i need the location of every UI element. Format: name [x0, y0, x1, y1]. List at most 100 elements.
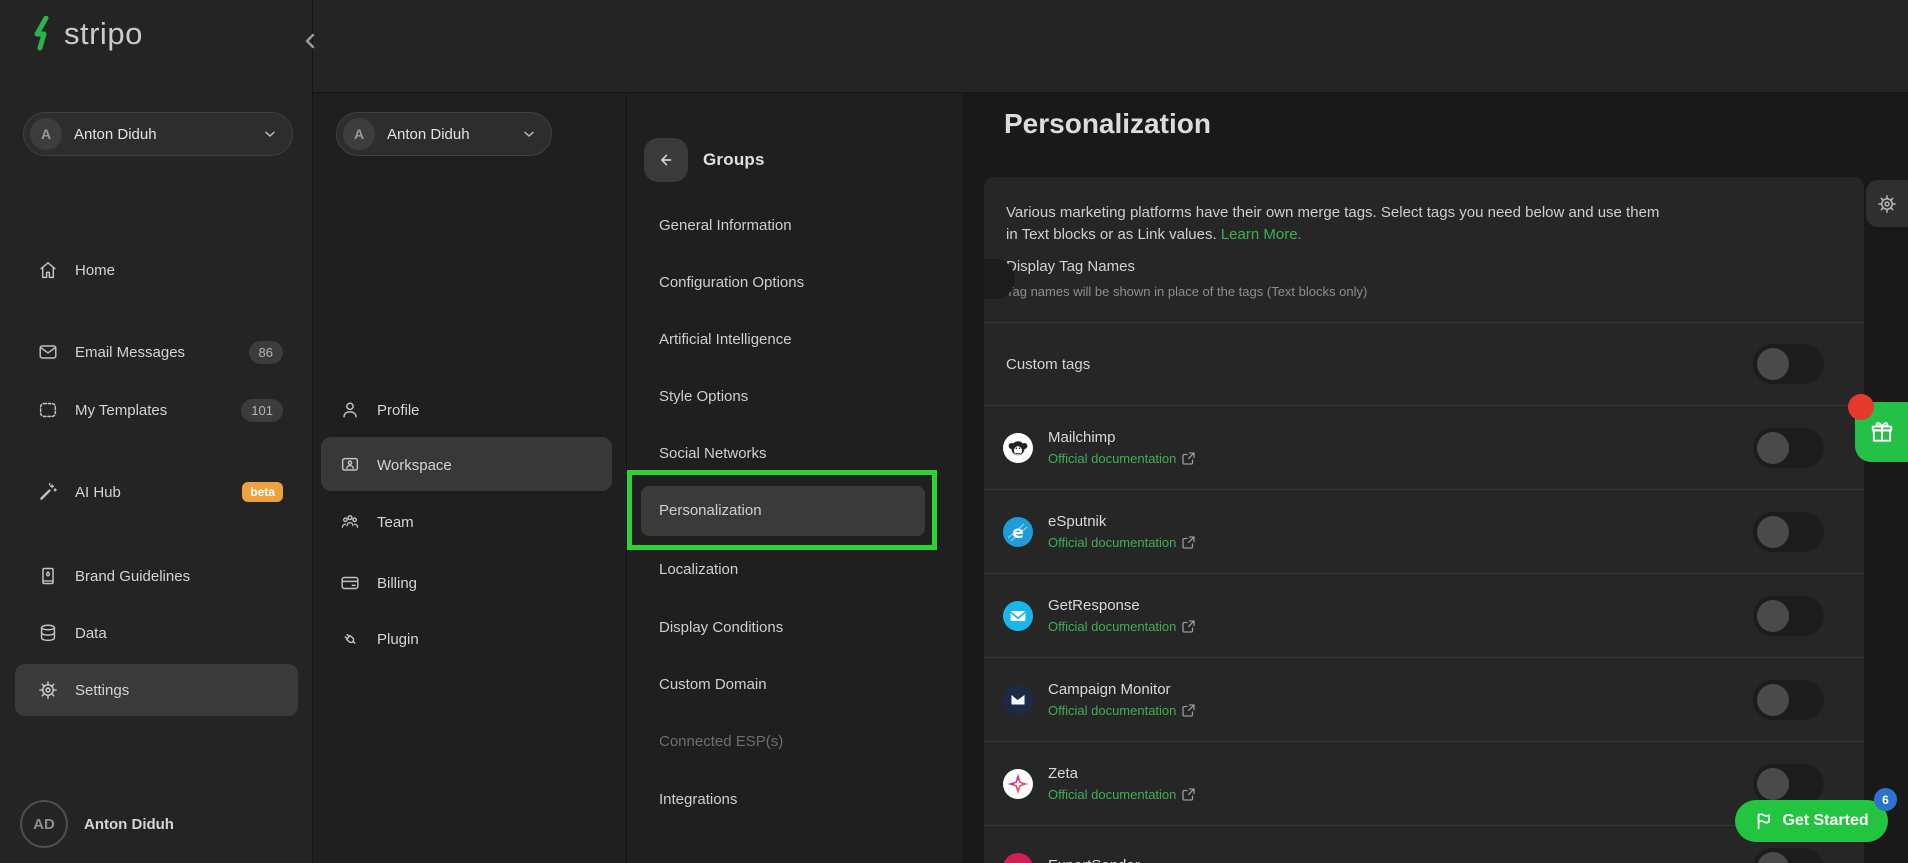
settings-item-profile[interactable]: Profile	[339, 398, 601, 422]
chevron-down-icon	[521, 126, 537, 142]
stripo-logo[interactable]: stripo	[30, 16, 143, 52]
groups-panel: Groups General Information Configuration…	[627, 93, 962, 863]
display-tag-names-description: Tag names will be shown in place of the …	[1006, 284, 1368, 299]
gear-icon	[1876, 193, 1898, 215]
sidebar-item-label: AI Hub	[75, 483, 121, 501]
zeta-logo	[1003, 768, 1033, 799]
settings-item-label: Plugin	[377, 630, 419, 648]
settings-item-billing[interactable]: Billing	[339, 571, 601, 595]
sidebar-user-footer[interactable]: AD Anton Diduh	[20, 800, 174, 848]
sidebar-item-home[interactable]: Home	[37, 258, 283, 282]
groups-item-label: Connected ESP(s)	[659, 732, 784, 750]
flag-icon	[1754, 811, 1774, 831]
sidebar-collapse-button[interactable]	[303, 32, 317, 50]
expertsender-toggle[interactable]	[1753, 847, 1824, 863]
groups-item-custom-domain[interactable]: Custom Domain	[659, 673, 931, 695]
esp-row-expertsender: ExpertSender	[984, 825, 1864, 863]
external-link-icon	[1182, 704, 1196, 717]
settings-item-team[interactable]: Team	[339, 510, 601, 534]
groups-item-personalization[interactable]: Personalization	[659, 499, 931, 521]
sidebar-item-email-messages[interactable]: Email Messages 86	[37, 340, 283, 364]
sidebar-item-my-templates[interactable]: My Templates 101	[37, 398, 283, 422]
esp-row-mailchimp: Mailchimp Official documentation	[984, 405, 1864, 489]
esp-row-getresponse: GetResponse Official documentation	[984, 573, 1864, 657]
external-link-icon	[1182, 536, 1196, 549]
display-tag-names-label: Display Tag Names	[1006, 258, 1135, 275]
getresponse-toggle[interactable]	[1753, 595, 1824, 636]
groups-item-configuration-options[interactable]: Configuration Options	[659, 271, 931, 293]
sidebar-account-dropdown[interactable]: A Anton Diduh	[23, 112, 293, 156]
intro-line-1: Various marketing platforms have their o…	[1006, 204, 1660, 221]
mailchimp-toggle[interactable]	[1753, 427, 1824, 468]
esp-doc-link[interactable]: Official documentation	[1048, 535, 1196, 550]
magic-wand-icon	[37, 481, 59, 503]
get-started-button[interactable]: Get Started	[1735, 800, 1888, 842]
groups-item-label: Artificial Intelligence	[659, 330, 792, 348]
database-icon	[37, 622, 59, 644]
groups-item-style-options[interactable]: Style Options	[659, 385, 931, 407]
external-link-icon	[1182, 452, 1196, 465]
external-link-icon	[1182, 788, 1196, 801]
intro-text: Various marketing platforms have their o…	[1006, 202, 1848, 246]
getresponse-logo	[1003, 600, 1033, 631]
groups-item-localization[interactable]: Localization	[659, 558, 931, 580]
settings-item-label: Team	[377, 513, 414, 531]
esp-doc-link[interactable]: Official documentation	[1048, 787, 1196, 802]
external-link-icon	[1182, 620, 1196, 633]
get-started-count-badge: 6	[1874, 788, 1897, 811]
user-initials-avatar: AD	[20, 800, 68, 848]
sidebar-item-data[interactable]: Data	[37, 621, 283, 645]
groups-item-general-information[interactable]: General Information	[659, 214, 931, 236]
esp-name: Zeta	[1048, 765, 1079, 782]
settings-account-dropdown[interactable]: A Anton Diduh	[336, 112, 552, 156]
groups-item-display-conditions[interactable]: Display Conditions	[659, 616, 931, 638]
zeta-toggle[interactable]	[1753, 763, 1824, 804]
sidebar-item-label: Brand Guidelines	[75, 567, 191, 585]
groups-item-label: Custom Domain	[659, 675, 767, 693]
toggle-knob	[1757, 683, 1789, 716]
personalization-card: Various marketing platforms have their o…	[984, 177, 1864, 863]
sidebar-item-ai-hub[interactable]: AI Hub beta	[37, 480, 283, 504]
groups-item-label: Localization	[659, 560, 739, 578]
toggle-knob	[1757, 515, 1789, 548]
sidebar-item-label: Home	[75, 261, 116, 279]
custom-tags-toggle[interactable]	[1753, 344, 1824, 384]
groups-item-integrations[interactable]: Integrations	[659, 788, 931, 810]
envelope-icon	[37, 341, 59, 363]
esp-doc-link-label: Official documentation	[1048, 535, 1177, 550]
ai-hub-beta-badge: beta	[242, 482, 283, 502]
groups-item-artificial-intelligence[interactable]: Artificial Intelligence	[659, 328, 931, 350]
mailchimp-logo	[1003, 432, 1033, 463]
groups-back-button[interactable]	[644, 138, 688, 182]
settings-item-label: Billing	[377, 574, 418, 592]
esp-doc-link-label: Official documentation	[1048, 619, 1177, 634]
groups-item-social-networks[interactable]: Social Networks	[659, 442, 931, 464]
intro-line-2: in Text blocks or as Link values.	[1006, 226, 1217, 243]
learn-more-link[interactable]: Learn More.	[1221, 226, 1302, 243]
main-sidebar: stripo A Anton Diduh Home Email Messages…	[0, 0, 313, 863]
esp-doc-link[interactable]: Official documentation	[1048, 619, 1196, 634]
account-name: Anton Diduh	[387, 125, 470, 143]
stripo-app: ? Help Center stripo A Anton Diduh	[0, 0, 1908, 863]
avatar: A	[343, 118, 375, 150]
esputnik-toggle[interactable]	[1753, 511, 1824, 552]
sidebar-item-settings[interactable]: Settings	[37, 678, 283, 702]
user-name: Anton Diduh	[84, 815, 174, 833]
settings-side-tab[interactable]	[1866, 180, 1908, 227]
esp-row-esputnik: e eSputnik Official documentation	[984, 489, 1864, 573]
toggle-knob	[1757, 599, 1789, 632]
svg-text:e: e	[1012, 523, 1024, 543]
templates-icon	[37, 399, 59, 421]
campaign-monitor-toggle[interactable]	[1753, 679, 1824, 720]
settings-panel: A Anton Diduh Profile Workspace Team Bil…	[313, 93, 627, 863]
expertsender-logo	[1003, 852, 1033, 863]
settings-item-plugin[interactable]: Plugin	[339, 627, 601, 651]
esp-doc-link-label: Official documentation	[1048, 787, 1177, 802]
credit-card-icon	[339, 572, 361, 594]
avatar: A	[30, 118, 62, 150]
esp-doc-link[interactable]: Official documentation	[1048, 451, 1196, 466]
esp-doc-link[interactable]: Official documentation	[1048, 703, 1196, 718]
sidebar-item-brand-guidelines[interactable]: Brand Guidelines	[37, 564, 283, 588]
settings-item-label: Profile	[377, 401, 420, 419]
settings-item-workspace[interactable]: Workspace	[339, 453, 601, 477]
